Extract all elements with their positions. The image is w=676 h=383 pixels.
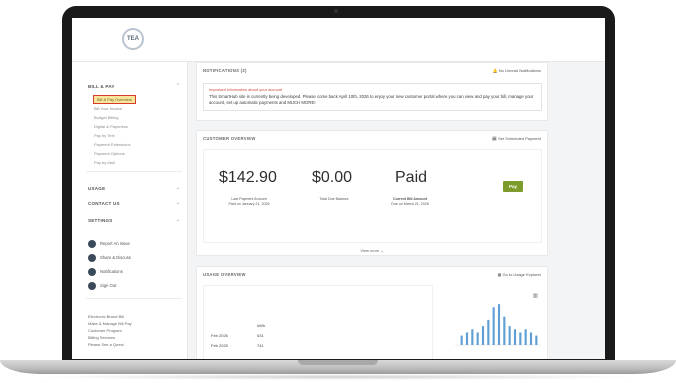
laptop-stage: TEA BILL & PAY ⌃ Bill & Pay Overview Bil… — [0, 0, 676, 383]
sign-out-link[interactable]: Sign Out — [100, 283, 116, 288]
usage-explorer-link[interactable]: ▦ Go to Usage Explorer — [498, 272, 541, 277]
usage-bar[interactable] — [465, 332, 469, 345]
usage-bar[interactable] — [524, 329, 527, 345]
customer-overview-card: CUSTOMER OVERVIEW 🗓 Set Scheduled Paymen… — [196, 130, 548, 256]
usage-bar[interactable] — [476, 332, 479, 345]
company-logo[interactable]: TEA — [122, 28, 144, 50]
last-payment-date: Paid on January 21, 2026 — [228, 202, 270, 206]
last-payment-label: Last Payment Amount — [231, 197, 267, 201]
sidebar-item[interactable]: Pay by Text — [94, 133, 115, 138]
divider — [86, 298, 182, 299]
notifications-action[interactable]: 🔔 No Unread Notifications — [493, 68, 541, 73]
usage-bar[interactable] — [481, 326, 485, 345]
chevron-down-icon[interactable]: ⌄ — [176, 217, 180, 223]
chart-options-icon[interactable]: ▥ — [533, 293, 538, 299]
bill-status-label: Current Bill Amount — [392, 197, 427, 201]
notification-headline: Important Information about your account — [209, 87, 283, 92]
sidebar-section-usage[interactable]: USAGE — [88, 186, 105, 191]
usage-bar[interactable] — [471, 329, 474, 345]
sidebar-item[interactable]: Payment Extensions — [94, 142, 130, 147]
chevron-down-icon: ⌄ — [380, 248, 384, 253]
usage-explorer-label: Go to Usage Explorer — [502, 272, 541, 277]
webcam — [334, 9, 338, 13]
bill-status: Paid — [395, 169, 428, 186]
footer-link[interactable]: Electronic Brand Bill — [88, 314, 124, 319]
bill-status-date: Due on March 21, 2026 — [391, 202, 429, 206]
notifications-icon — [88, 268, 96, 276]
scheduled-payment-link[interactable]: 🗓 Set Scheduled Payment — [492, 136, 541, 141]
footer-link[interactable]: Billing Services — [88, 335, 115, 340]
sidebar-item[interactable]: Digital & Paperless — [94, 124, 128, 129]
pay-button[interactable]: Pay — [503, 181, 523, 192]
total-due-label: Total Due Balance — [319, 197, 349, 201]
footer-link[interactable]: Make & Manage Bill Pay — [88, 321, 132, 326]
chart-background — [445, 285, 545, 357]
usage-overview-card: USAGE OVERVIEW ▦ Go to Usage Explorer kW… — [196, 266, 548, 359]
usage-bar[interactable] — [508, 326, 511, 345]
usage-bar[interactable] — [460, 335, 463, 345]
sidebar-item[interactable]: Pay by Mail — [94, 160, 115, 165]
notification-alert: Important Information about your account… — [203, 83, 542, 111]
usage-bar[interactable] — [519, 332, 522, 345]
share-icon — [88, 254, 96, 262]
usage-bar[interactable] — [529, 332, 533, 345]
report-issue-icon — [88, 240, 96, 248]
sidebar-section-bill-pay[interactable]: BILL & PAY — [88, 84, 115, 89]
view-more-label: View more — [360, 248, 380, 253]
usage-table-header: kWh — [257, 323, 265, 328]
screen: TEA BILL & PAY ⌃ Bill & Pay Overview Bil… — [72, 18, 605, 359]
notification-message: This SmartHub site is currently being de… — [209, 94, 534, 105]
notifications-link[interactable]: Notifications — [100, 269, 123, 274]
sidebar-item-overview[interactable]: Bill & Pay Overview — [93, 95, 136, 104]
usage-row-value: 631 — [257, 333, 264, 338]
usage-bar[interactable] — [503, 316, 506, 345]
usage-bar[interactable] — [497, 304, 501, 345]
footer-link[interactable]: Please See a Quest — [88, 342, 124, 347]
top-bar: TEA — [72, 18, 605, 62]
usage-row-value: 741 — [257, 343, 264, 348]
sidebar: BILL & PAY ⌃ Bill & Pay Overview Bill Yo… — [72, 62, 188, 359]
usage-bar[interactable] — [535, 335, 538, 345]
notifications-title: NOTIFICATIONS (2) — [203, 68, 247, 73]
usage-bar[interactable] — [513, 329, 517, 345]
chevron-up-icon[interactable]: ⌃ — [176, 83, 180, 89]
footer-link[interactable]: Customer Program — [88, 328, 122, 333]
usage-row-month: Feb 2025 — [211, 343, 228, 348]
laptop-shadow — [30, 374, 646, 380]
chevron-down-icon[interactable]: ⌄ — [176, 200, 180, 206]
usage-title: USAGE OVERVIEW — [203, 272, 246, 277]
overview-title: CUSTOMER OVERVIEW — [203, 136, 256, 141]
scheduled-payment-label: Set Scheduled Payment — [498, 136, 541, 141]
notifications-action-label: No Unread Notifications — [498, 68, 541, 73]
usage-bar[interactable] — [492, 307, 495, 345]
last-payment-amount: $142.90 — [219, 169, 277, 186]
usage-row-month: Feb 2026 — [211, 333, 228, 338]
sign-out-icon — [88, 282, 96, 290]
sidebar-section-settings[interactable]: SETTINGS — [88, 218, 113, 223]
sidebar-item[interactable]: Budget Billing — [94, 115, 118, 120]
report-issue-link[interactable]: Report An Issue — [100, 241, 130, 246]
sidebar-item[interactable]: Bill Your Invoice — [94, 106, 122, 111]
overview-panel — [203, 149, 542, 243]
share-link[interactable]: Share & Discuss — [100, 255, 131, 260]
usage-bar[interactable] — [487, 319, 490, 345]
total-due-amount: $0.00 — [312, 169, 353, 186]
view-more-link[interactable]: View more ⌄ — [197, 248, 547, 253]
chevron-down-icon[interactable]: ⌄ — [176, 185, 180, 191]
sidebar-section-contact[interactable]: CONTACT US — [88, 201, 120, 206]
laptop-notch — [298, 360, 378, 365]
sidebar-item[interactable]: Payment Options — [94, 151, 125, 156]
usage-table-panel — [203, 285, 433, 359]
notifications-card: NOTIFICATIONS (2) 🔔 No Unread Notificati… — [196, 62, 548, 121]
divider — [86, 171, 182, 172]
usage-chart[interactable]: ▥ — [445, 285, 545, 357]
